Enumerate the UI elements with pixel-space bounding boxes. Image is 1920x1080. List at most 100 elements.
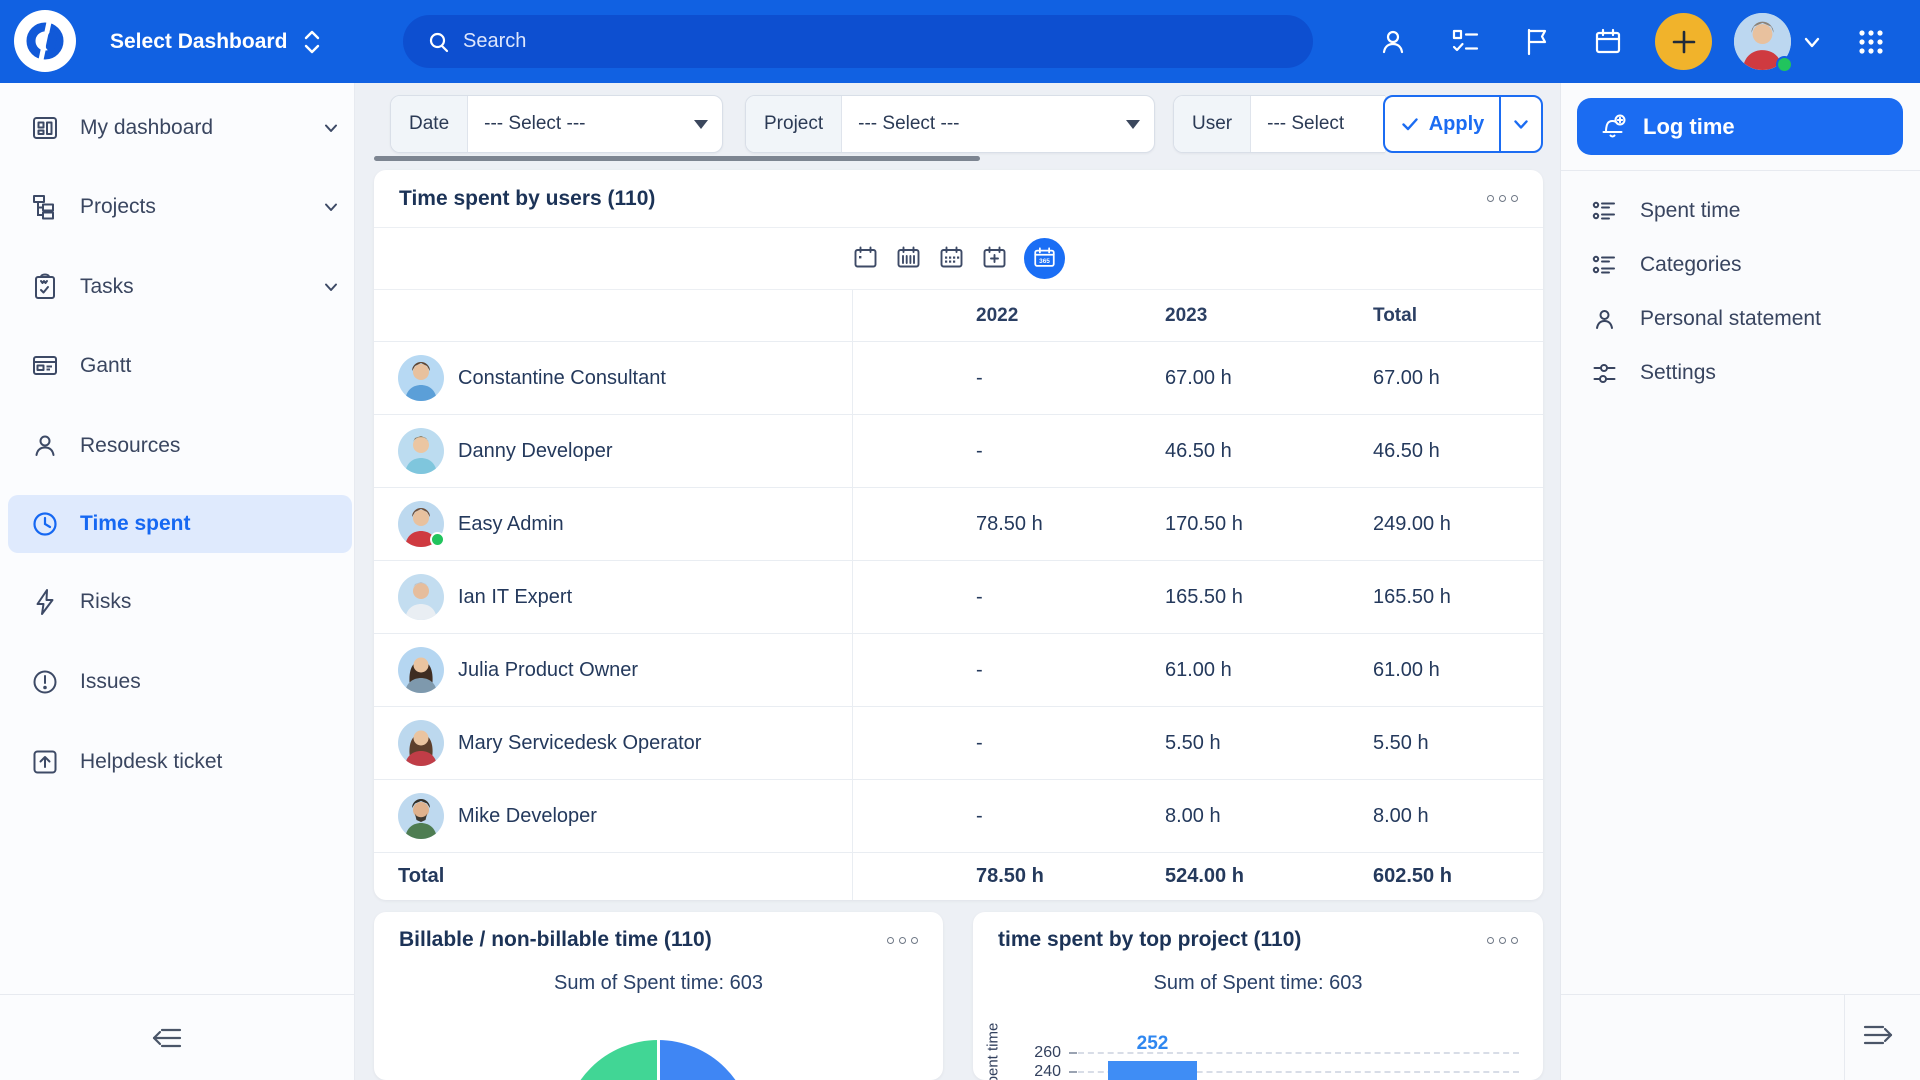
sidebar-item-time-spent[interactable]: Time spent — [8, 495, 352, 553]
calendar-month-icon[interactable] — [938, 245, 965, 272]
rightbar-item-personal-statement[interactable]: Personal statement — [1561, 292, 1920, 346]
calendar-week-icon[interactable] — [895, 245, 922, 272]
log-time-button[interactable]: Log time — [1577, 98, 1903, 155]
y-tick-240: 240 — [1001, 1063, 1061, 1080]
flag-icon[interactable] — [1515, 0, 1559, 83]
sidebar-item-resources[interactable]: Resources — [8, 417, 352, 475]
rightbar-item-label: Personal statement — [1640, 307, 1821, 331]
sidebar-item-gantt[interactable]: Gantt — [8, 337, 352, 395]
calendar-day-icon[interactable] — [852, 245, 879, 272]
time-by-top-project-card: time spent by top project (110) Sum of S… — [973, 912, 1543, 1080]
calendar-year-365-icon[interactable]: 365 — [1024, 238, 1065, 279]
divider — [1561, 170, 1920, 171]
cell-2023: 165.50 h — [1165, 561, 1243, 634]
sidebar-item-issues[interactable]: Issues — [8, 653, 352, 711]
user-link[interactable]: Julia Product Owner — [458, 634, 638, 707]
time-spent-by-users-card: Time spent by users (110) — [374, 170, 1543, 900]
rightbar-item-settings[interactable]: Settings — [1561, 346, 1920, 400]
user-link[interactable]: Mike Developer — [458, 780, 597, 853]
user-link[interactable]: Constantine Consultant — [458, 342, 666, 415]
sidebar-item-my-dashboard[interactable]: My dashboard — [8, 99, 352, 157]
online-status-dot — [430, 532, 445, 547]
sidebar-item-risks[interactable]: Risks — [8, 573, 352, 631]
sidebar-item-label: Gantt — [80, 354, 131, 378]
svg-text:365: 365 — [1039, 258, 1050, 265]
bar-project[interactable] — [1108, 1061, 1197, 1080]
chart-subtitle: Sum of Spent time: 603 — [973, 972, 1543, 995]
cell-2023: 170.50 h — [1165, 488, 1243, 561]
cell-2022: - — [976, 780, 983, 853]
checklist-icon[interactable] — [1443, 0, 1487, 83]
apply-button-group: Apply — [1383, 95, 1543, 153]
search-input[interactable] — [463, 30, 1223, 53]
divider — [1844, 995, 1845, 1080]
apply-button[interactable]: Apply — [1385, 97, 1501, 151]
rightbar-item-categories[interactable]: Categories — [1561, 238, 1920, 292]
gantt-icon — [30, 351, 60, 381]
total-label: Total — [398, 853, 444, 900]
sidebar-item-helpdesk-ticket[interactable]: Helpdesk ticket — [8, 733, 352, 791]
sidebar-item-tasks[interactable]: Tasks — [8, 258, 352, 316]
apply-dropdown-button[interactable] — [1501, 97, 1541, 151]
kebab-menu-icon[interactable] — [1487, 195, 1518, 202]
filter-date-label: Date — [391, 96, 468, 152]
table-header: 2022 2023 Total — [374, 290, 1543, 342]
cell-total: 67.00 h — [1373, 342, 1440, 415]
online-status-dot — [1776, 56, 1793, 73]
chevron-down-icon[interactable] — [322, 278, 340, 296]
user-link[interactable]: Mary Servicedesk Operator — [458, 707, 701, 780]
cell-2022: - — [976, 634, 983, 707]
total-2022: 78.50 h — [976, 853, 1044, 900]
add-button[interactable] — [1655, 13, 1712, 70]
collapse-left-icon[interactable] — [150, 1024, 184, 1052]
column-header-total[interactable]: Total — [1373, 290, 1417, 342]
filter-project-value: --- Select --- — [858, 113, 959, 135]
plus-icon — [1670, 28, 1698, 56]
chevron-down-icon[interactable] — [322, 198, 340, 216]
sidebar-item-projects[interactable]: Projects — [8, 178, 352, 236]
chevron-down-icon[interactable] — [322, 119, 340, 137]
dashboard-selector[interactable]: Select Dashboard — [110, 0, 323, 83]
cell-2023: 5.50 h — [1165, 707, 1221, 780]
calendar-plus-icon[interactable] — [981, 245, 1008, 272]
tick-mark — [1069, 1071, 1077, 1073]
column-header-2022[interactable]: 2022 — [976, 290, 1018, 342]
card-title: Time spent by users (110) — [399, 187, 655, 211]
rightbar-footer — [1561, 994, 1920, 1080]
user-link[interactable]: Ian IT Expert — [458, 561, 572, 634]
cell-2023: 61.00 h — [1165, 634, 1232, 707]
left-sidebar: My dashboard Projects Tasks — [0, 83, 355, 1080]
filter-date-select[interactable]: --- Select --- — [468, 96, 722, 152]
cell-2022: - — [976, 342, 983, 415]
app-logo[interactable] — [14, 10, 76, 72]
clock-icon — [30, 509, 60, 539]
sidebar-item-label: Tasks — [80, 275, 134, 299]
kebab-menu-icon[interactable] — [887, 937, 918, 944]
check-icon — [1400, 114, 1420, 134]
user-link[interactable]: Danny Developer — [458, 415, 613, 488]
horizontal-scrollbar[interactable] — [374, 156, 980, 161]
collapse-right-icon[interactable] — [1861, 1021, 1895, 1049]
filter-project-select[interactable]: --- Select --- — [842, 96, 1154, 152]
alert-icon — [30, 667, 60, 697]
unfold-icon — [301, 29, 323, 55]
person-icon — [30, 431, 60, 461]
search-bar[interactable] — [403, 15, 1313, 68]
chart-subtitle: Sum of Spent time: 603 — [374, 972, 943, 995]
filter-user-select[interactable]: --- Select — [1251, 96, 1385, 152]
sidebar-item-label: Risks — [80, 590, 131, 614]
rightbar-item-spent-time[interactable]: Spent time — [1561, 184, 1920, 238]
kebab-menu-icon[interactable] — [1487, 937, 1518, 944]
avatar — [398, 428, 444, 474]
user-icon[interactable] — [1371, 0, 1415, 83]
user-link[interactable]: Easy Admin — [458, 488, 564, 561]
period-selector: 365 — [374, 228, 1543, 290]
apps-grid-icon[interactable] — [1849, 0, 1893, 83]
calendar-icon[interactable] — [1586, 0, 1630, 83]
chevron-down-icon[interactable] — [1794, 0, 1830, 83]
cell-total: 249.00 h — [1373, 488, 1451, 561]
table-row: Danny Developer - 46.50 h 46.50 h — [374, 415, 1543, 488]
column-header-2023[interactable]: 2023 — [1165, 290, 1207, 342]
caret-down-icon — [694, 120, 708, 129]
table-total-row: Total 78.50 h 524.00 h 602.50 h — [374, 853, 1543, 900]
